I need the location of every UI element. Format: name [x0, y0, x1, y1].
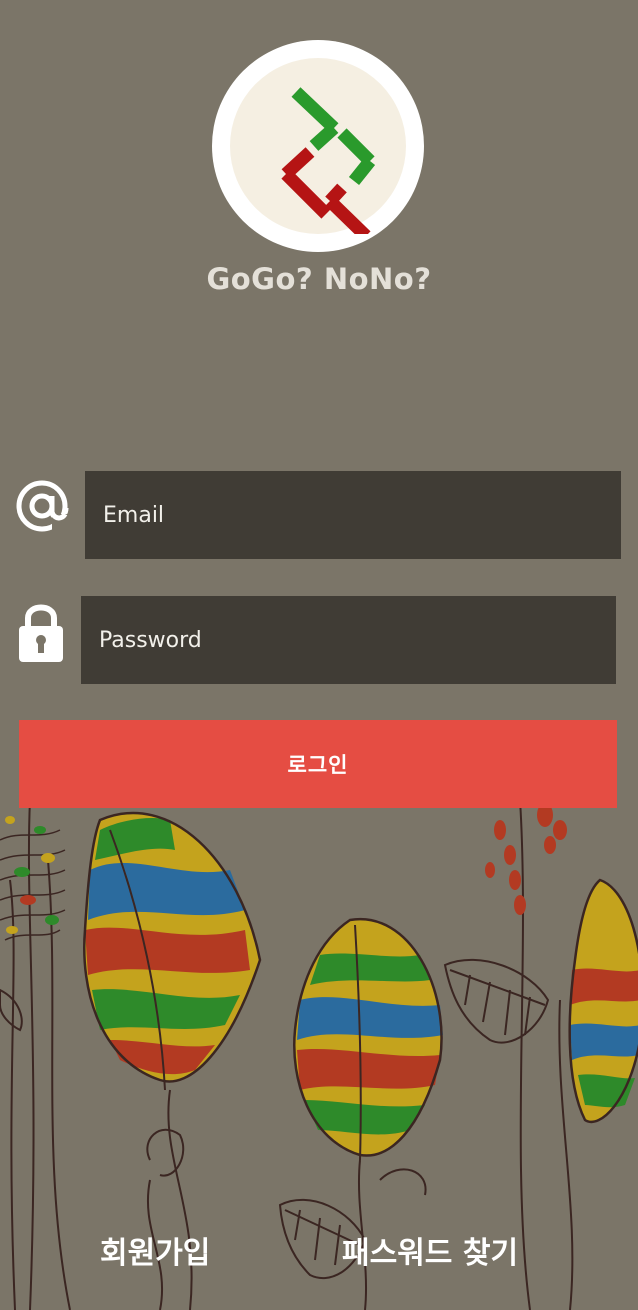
password-field[interactable]: [81, 596, 616, 684]
leaf-background-illustration: [0, 799, 638, 1310]
at-sign-icon: [16, 480, 72, 538]
app-logo: [212, 40, 424, 252]
email-field[interactable]: [85, 471, 621, 559]
lock-icon: [19, 604, 63, 662]
app-logo-icon: [281, 87, 376, 234]
logo-badge: [230, 58, 406, 234]
signup-link[interactable]: 회원가입: [100, 1228, 210, 1272]
login-button[interactable]: 로그인: [19, 720, 617, 808]
forgot-password-link[interactable]: 패스워드 찾기: [342, 1228, 518, 1272]
login-screen: GoGo? NoNo? 로그인 회원가입 패스워드 찾기: [0, 0, 638, 1310]
app-title: GoGo? NoNo?: [206, 262, 432, 296]
